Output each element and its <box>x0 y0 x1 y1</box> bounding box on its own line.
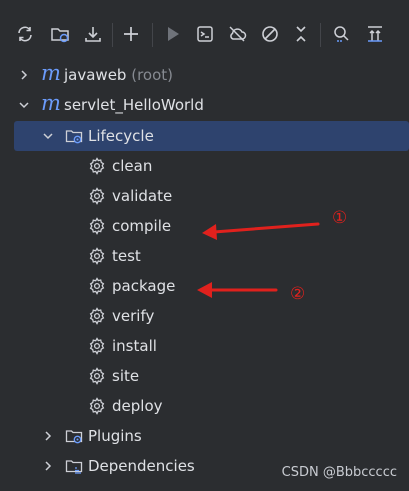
annotation-arrow-1 <box>202 222 320 240</box>
watermark: CSDN @Bbbccccc <box>281 465 397 480</box>
annotation-arrow-2 <box>197 282 278 298</box>
annotation-marker-2: ② <box>290 284 306 304</box>
annotation-marker-1: ① <box>332 208 348 228</box>
annotation-arrows <box>197 222 320 298</box>
